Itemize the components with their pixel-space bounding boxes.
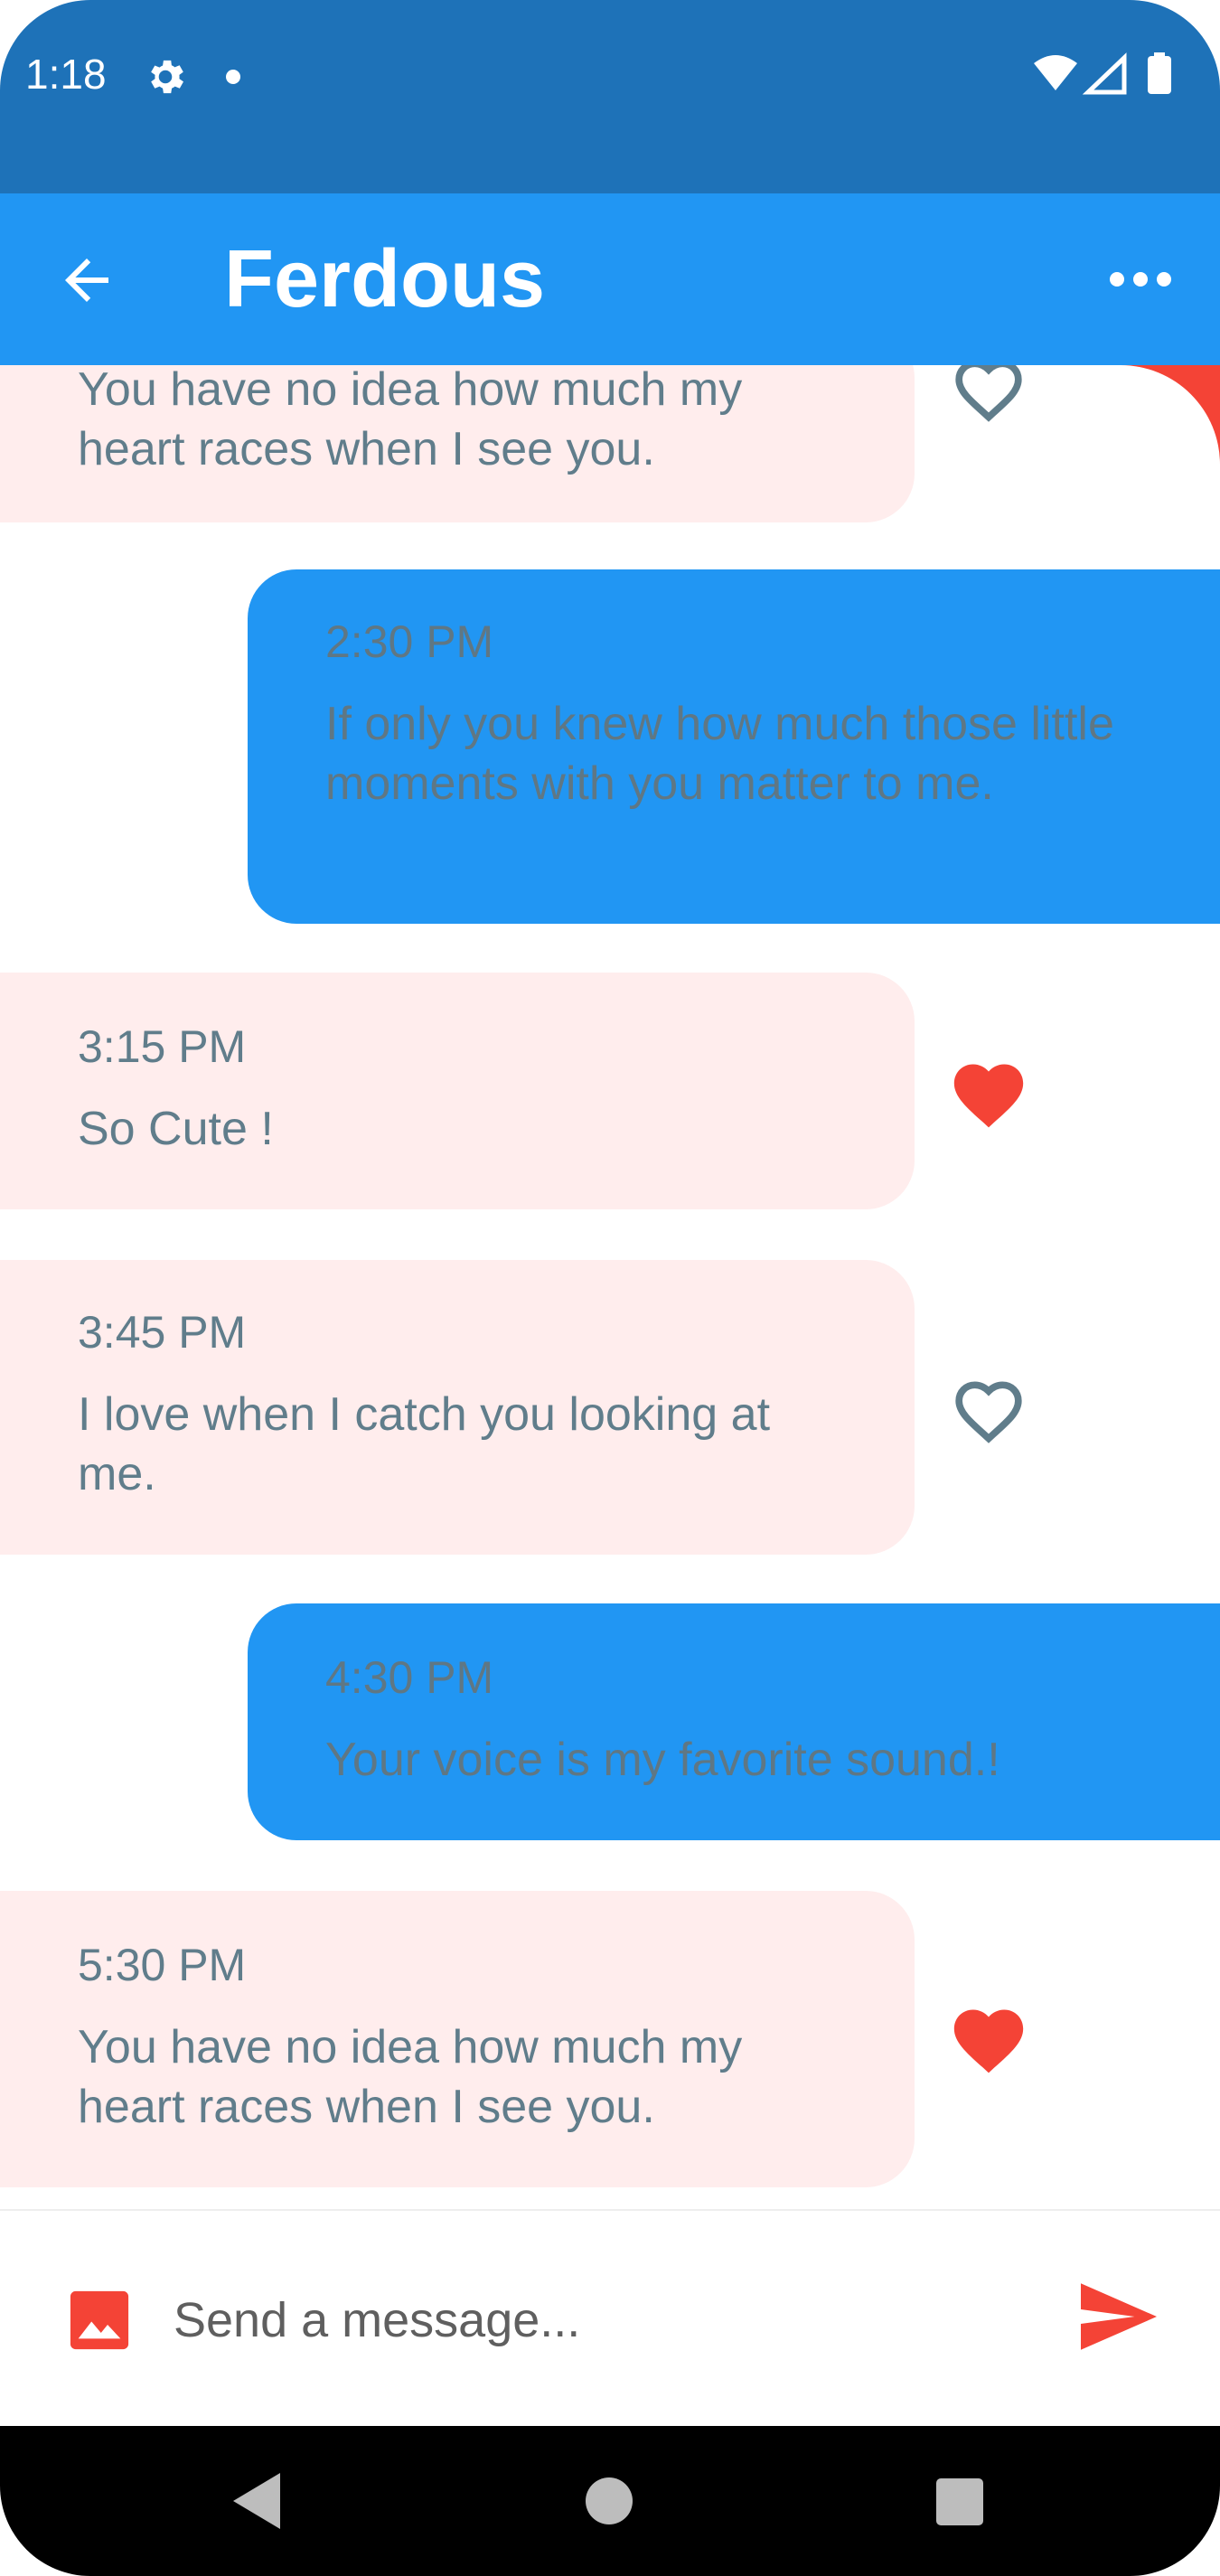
- image-icon[interactable]: [67, 2289, 132, 2352]
- message-text: I love when I catch you looking at me.: [78, 1388, 771, 1500]
- app-bar: Ferdous: [0, 193, 1220, 365]
- status-bar: 1:18: [0, 0, 1220, 193]
- message-bubble-incoming[interactable]: 5:30 PM You have no idea how much my hea…: [0, 1891, 915, 2187]
- more-options-icon[interactable]: [1104, 257, 1177, 302]
- phone-screen: 1:18 Ferdous You have no idea how much m…: [0, 0, 1220, 2576]
- heart-outline-icon[interactable]: [947, 1368, 1030, 1444]
- nav-home-icon[interactable]: [586, 2477, 633, 2524]
- message-bubble-incoming[interactable]: 3:45 PM I love when I catch you looking …: [0, 1260, 915, 1555]
- message-text: So Cute !: [78, 1103, 274, 1155]
- message-time: 2:30 PM: [325, 616, 494, 667]
- settings-icon: [151, 60, 183, 94]
- chat-message-list[interactable]: You have no idea how much my heart races…: [0, 365, 1220, 2209]
- wifi-icon: [1034, 55, 1077, 90]
- message-text: If only you knew how much those little m…: [325, 698, 1114, 810]
- contact-name-title: Ferdous: [224, 234, 546, 324]
- message-input[interactable]: [172, 2274, 1043, 2366]
- message-time: 5:30 PM: [78, 1940, 247, 1990]
- message-text: You have no idea how much my heart races…: [78, 365, 743, 475]
- message-text: Your voice is my favorite sound.!: [325, 1734, 1000, 1786]
- nav-recents-icon[interactable]: [936, 2478, 983, 2525]
- message-bubble-outgoing[interactable]: 2:30 PM If only you knew how much those …: [248, 569, 1220, 924]
- message-time: 3:15 PM: [78, 1021, 247, 1072]
- message-bubble-incoming[interactable]: You have no idea how much my heart races…: [0, 365, 915, 522]
- heart-filled-icon[interactable]: [947, 1054, 1030, 1130]
- system-navigation-bar: [0, 2426, 1220, 2576]
- status-time: 1:18: [25, 51, 107, 98]
- message-composer: [0, 2209, 1220, 2426]
- message-bubble-outgoing[interactable]: 4:30 PM Your voice is my favorite sound.…: [248, 1603, 1220, 1840]
- heart-filled-icon[interactable]: [947, 1999, 1030, 2075]
- battery-icon: [1148, 56, 1171, 94]
- back-arrow-icon[interactable]: [54, 248, 119, 313]
- heart-outline-icon[interactable]: [947, 365, 1030, 423]
- nav-back-icon[interactable]: [230, 2471, 284, 2531]
- message-time: 3:45 PM: [78, 1307, 247, 1358]
- send-icon[interactable]: [1081, 2283, 1157, 2350]
- cell-signal-icon: [1082, 52, 1127, 95]
- message-bubble-incoming[interactable]: 3:15 PM So Cute !: [0, 973, 915, 1209]
- message-text: You have no idea how much my heart races…: [78, 2021, 743, 2133]
- message-time: 4:30 PM: [325, 1652, 494, 1703]
- system-status-icons: [1034, 52, 1171, 95]
- notification-dot-icon: [226, 70, 240, 84]
